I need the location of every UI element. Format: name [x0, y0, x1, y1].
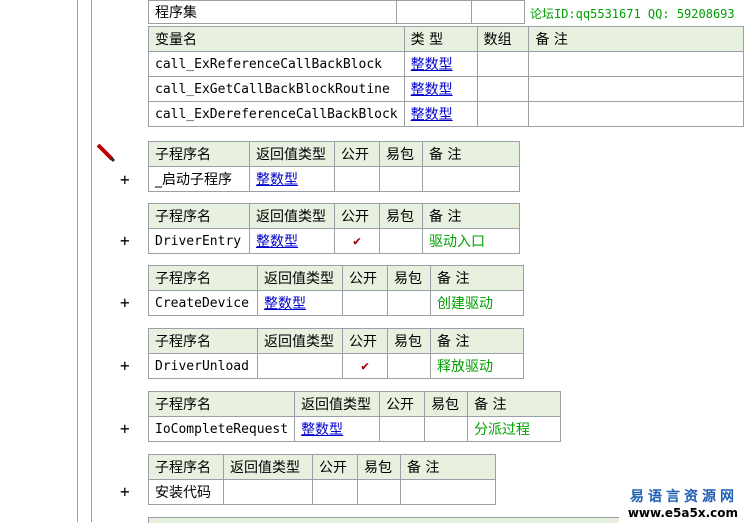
- col-public: 公开: [379, 391, 426, 417]
- col-public: 公开: [342, 265, 388, 291]
- subroutine-name[interactable]: IoCompleteRequest: [147, 416, 296, 442]
- subroutine-return-type[interactable]: 整数型: [294, 416, 381, 442]
- subroutine-return-type[interactable]: 整数型: [257, 290, 343, 316]
- next-table-edge: [148, 517, 619, 523]
- subroutine-table: 子程序名 返回值类型 公开 易包 备 注 _启动子程序 整数型: [148, 141, 520, 192]
- col-sub-note: 备 注: [422, 203, 520, 229]
- site-watermark: 易语言资源网 www.e5a5x.com: [628, 486, 738, 520]
- col-sub-note: 备 注: [422, 141, 520, 167]
- expand-icon[interactable]: +: [120, 293, 130, 312]
- col-sub-name: 子程序名: [148, 203, 250, 229]
- forum-id-text: 论坛ID:qq5531671 QQ: 59208693: [530, 7, 735, 21]
- col-public: 公开: [334, 141, 380, 167]
- expand-icon[interactable]: +: [120, 419, 130, 438]
- col-return-type: 返回值类型: [223, 454, 313, 480]
- gutter-line-left: [77, 0, 78, 522]
- subroutine-note[interactable]: [400, 479, 496, 505]
- table-row[interactable]: IoCompleteRequest 整数型 分派过程: [147, 416, 562, 442]
- col-sub-note: 备 注: [400, 454, 496, 480]
- table-row[interactable]: DriverEntry 整数型 ✔ 驱动入口: [148, 228, 520, 254]
- col-variable-name: 变量名: [148, 26, 405, 52]
- variable-type[interactable]: 整数型: [403, 51, 478, 77]
- watermark-title: 易语言资源网: [630, 489, 738, 505]
- public-check[interactable]: [312, 479, 358, 505]
- table-row[interactable]: call_ExGetCallBackBlockRoutine 整数型: [148, 76, 744, 102]
- col-return-type: 返回值类型: [249, 141, 335, 167]
- subroutine-name[interactable]: DriverUnload: [148, 353, 258, 379]
- table-row[interactable]: _启动子程序 整数型: [148, 166, 520, 192]
- expand-icon[interactable]: +: [120, 170, 130, 189]
- subroutine-note[interactable]: [422, 166, 520, 192]
- subroutine-name[interactable]: 安装代码: [148, 479, 224, 505]
- col-note: 备 注: [528, 26, 744, 52]
- assembly-table: 程序集: [148, 0, 525, 24]
- col-easy-pack: 易包: [379, 203, 423, 229]
- col-easy-pack: 易包: [424, 391, 469, 417]
- watermark-url: www.e5a5x.com: [627, 506, 738, 520]
- expand-icon[interactable]: +: [120, 231, 130, 250]
- col-sub-note: 备 注: [467, 391, 562, 417]
- subroutine-return-type[interactable]: 整数型: [249, 166, 335, 192]
- col-sub-name: 子程序名: [148, 454, 224, 480]
- subroutine-table: 子程序名 返回值类型 公开 易包 备 注 DriverUnload ✔ 释放驱动: [148, 328, 524, 379]
- col-easy-pack: 易包: [379, 141, 423, 167]
- table-row[interactable]: call_ExReferenceCallBackBlock 整数型: [148, 51, 744, 77]
- subroutine-name[interactable]: CreateDevice: [148, 290, 258, 316]
- expand-icon[interactable]: +: [120, 482, 130, 501]
- col-array: 数组: [476, 26, 530, 52]
- subroutine-name[interactable]: _启动子程序: [148, 166, 250, 192]
- col-easy-pack: 易包: [387, 328, 431, 354]
- variable-name[interactable]: call_ExGetCallBackBlockRoutine: [148, 76, 405, 102]
- table-row[interactable]: call_ExDereferenceCallBackBlock 整数型: [148, 101, 744, 127]
- col-public: 公开: [342, 328, 388, 354]
- variable-type[interactable]: 整数型: [403, 101, 478, 127]
- subroutine-return-type[interactable]: [223, 479, 313, 505]
- subroutine-note[interactable]: 创建驱动: [430, 290, 524, 316]
- subroutine-return-type[interactable]: [257, 353, 343, 379]
- col-return-type: 返回值类型: [257, 328, 343, 354]
- col-sub-name: 子程序名: [148, 141, 250, 167]
- col-sub-name: 子程序名: [148, 328, 258, 354]
- public-check[interactable]: [334, 166, 380, 192]
- gutter-line-right: [91, 0, 92, 522]
- subroutine-table: 子程序名 返回值类型 公开 易包 备 注 CreateDevice 整数型 创建…: [148, 265, 524, 316]
- variable-name[interactable]: call_ExDereferenceCallBackBlock: [148, 101, 405, 127]
- col-return-type: 返回值类型: [257, 265, 343, 291]
- expand-icon[interactable]: +: [120, 356, 130, 375]
- col-type: 类 型: [403, 26, 478, 52]
- assembly-label: 程序集: [148, 0, 397, 24]
- subroutine-table: 子程序名 返回值类型 公开 易包 备 注 DriverEntry 整数型 ✔ 驱…: [148, 203, 520, 254]
- col-easy-pack: 易包: [387, 265, 431, 291]
- subroutine-return-type[interactable]: 整数型: [249, 228, 335, 254]
- pencil-icon: [96, 143, 116, 167]
- table-row[interactable]: CreateDevice 整数型 创建驱动: [148, 290, 524, 316]
- col-public: 公开: [334, 203, 380, 229]
- col-sub-name: 子程序名: [147, 391, 296, 417]
- public-check[interactable]: ✔: [342, 353, 388, 379]
- subroutine-table: 子程序名 返回值类型 公开 易包 备 注 安装代码: [148, 454, 496, 505]
- subroutine-name[interactable]: DriverEntry: [148, 228, 250, 254]
- subroutine-note[interactable]: 释放驱动: [430, 353, 524, 379]
- col-return-type: 返回值类型: [294, 391, 381, 417]
- variables-table: 变量名 类 型 数组 备 注 call_ExReferenceCallBackB…: [148, 26, 744, 127]
- table-row[interactable]: 安装代码: [148, 479, 496, 505]
- table-row[interactable]: DriverUnload ✔ 释放驱动: [148, 353, 524, 379]
- public-check[interactable]: [342, 290, 388, 316]
- col-easy-pack: 易包: [357, 454, 401, 480]
- public-check[interactable]: ✔: [334, 228, 380, 254]
- subroutine-note[interactable]: 驱动入口: [422, 228, 520, 254]
- col-return-type: 返回值类型: [249, 203, 335, 229]
- subroutine-note[interactable]: 分派过程: [467, 416, 562, 442]
- col-sub-note: 备 注: [430, 328, 524, 354]
- public-check[interactable]: [379, 416, 426, 442]
- col-sub-name: 子程序名: [148, 265, 258, 291]
- col-public: 公开: [312, 454, 358, 480]
- variable-type[interactable]: 整数型: [403, 76, 478, 102]
- variable-name[interactable]: call_ExReferenceCallBackBlock: [148, 51, 405, 77]
- col-sub-note: 备 注: [430, 265, 524, 291]
- subroutine-table: 子程序名 返回值类型 公开 易包 备 注 IoCompleteRequest 整…: [147, 391, 562, 442]
